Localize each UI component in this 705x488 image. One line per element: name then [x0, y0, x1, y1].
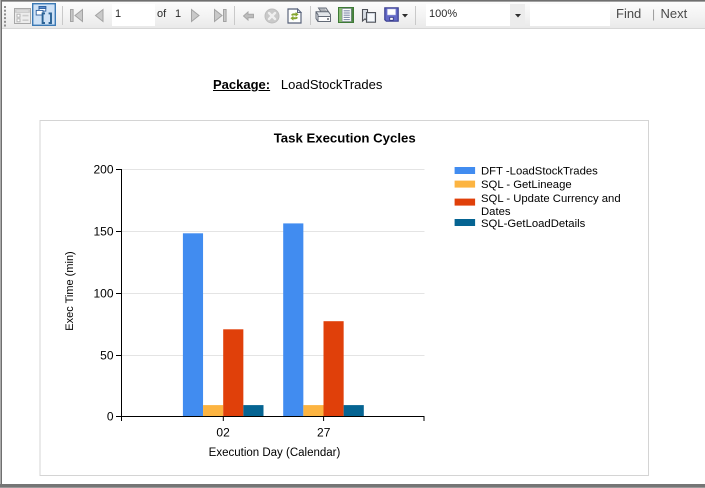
svg-text:DFT -LoadStockTrades: DFT -LoadStockTrades: [481, 165, 598, 177]
svg-text:Execution Day (Calendar): Execution Day (Calendar): [209, 447, 341, 459]
svg-text:0: 0: [107, 410, 114, 424]
svg-text:Dates: Dates: [481, 206, 511, 218]
svg-text:50: 50: [100, 348, 114, 362]
svg-text:Exec Time (min): Exec Time (min): [64, 251, 76, 330]
svg-text:27: 27: [317, 426, 331, 440]
svg-text:150: 150: [93, 224, 113, 238]
svg-text:100: 100: [93, 286, 113, 300]
svg-text:SQL - Update Currency and: SQL - Update Currency and: [481, 193, 621, 205]
svg-text:02: 02: [216, 426, 230, 440]
svg-text:SQL - GetLineage: SQL - GetLineage: [481, 179, 572, 191]
svg-text:SQL-GetLoadDetails: SQL-GetLoadDetails: [481, 218, 586, 230]
svg-text:Task Execution Cycles: Task Execution Cycles: [274, 131, 416, 146]
svg-text:200: 200: [93, 162, 113, 176]
